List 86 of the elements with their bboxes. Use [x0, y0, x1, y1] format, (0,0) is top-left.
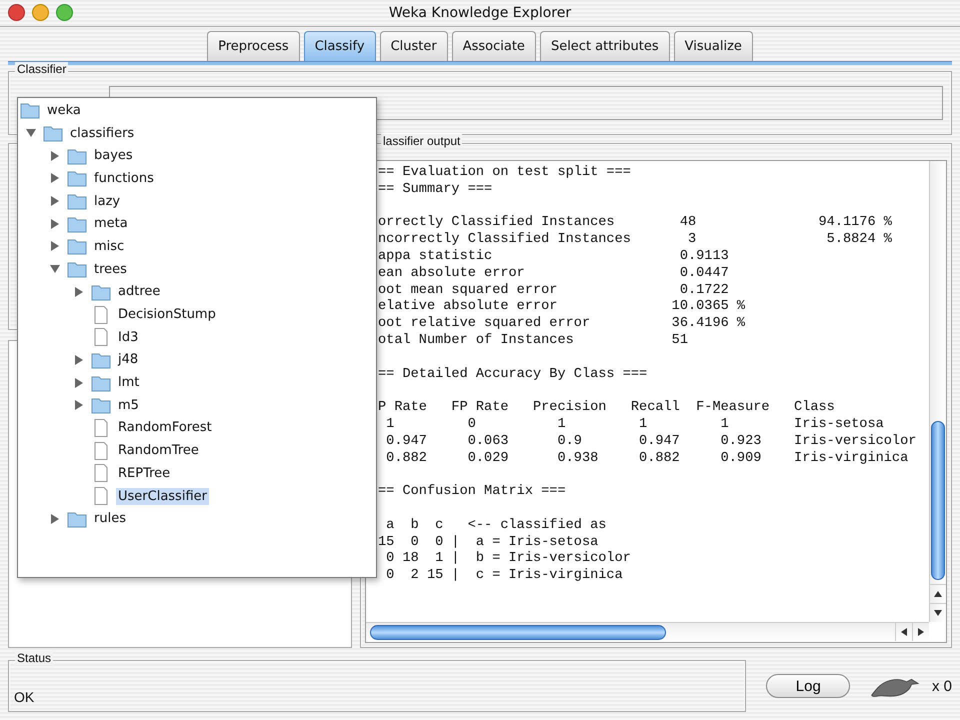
expand-arrow-icon[interactable]: [74, 354, 84, 365]
tree-item[interactable]: weka: [18, 99, 376, 122]
expand-arrow-icon[interactable]: [50, 218, 60, 229]
close-icon[interactable]: [8, 4, 25, 21]
output-line: P Rate FP Rate Precision Recall F-Measure Class: [378, 400, 835, 417]
expand-arrow-icon[interactable]: [74, 400, 84, 410]
expand-arrow-icon[interactable]: [50, 241, 60, 252]
scroll-right-icon[interactable]: [917, 628, 925, 636]
horizontal-scrollbar[interactable]: [366, 622, 929, 642]
output-line: 1 0 1 1 1 Iris-setosa: [385, 416, 884, 434]
tree-item[interactable]: lazy: [92, 192, 122, 210]
tree-item[interactable]: meta: [92, 215, 130, 232]
expand-arrow-icon[interactable]: [50, 173, 60, 184]
group-title: Status: [15, 651, 54, 665]
output-line: orrectly Classified Instances 48 94.1176 %: [378, 215, 892, 232]
tab[interactable]: Select attributes: [540, 31, 670, 61]
folder-icon: [20, 101, 40, 120]
scroll-down-icon[interactable]: [934, 609, 942, 617]
output-line: oot relative squared error 36.4196 %: [378, 316, 746, 333]
output-line: 0.947 0.063 0.9 0.947 0.923 Iris-versicolor: [385, 434, 916, 451]
tab[interactable]: Associate: [452, 31, 536, 61]
output-line: ncorrectly Classified Instances 3 5.8824 %: [378, 232, 892, 249]
tree-item[interactable]: bayes: [92, 147, 135, 164]
folder-icon: [67, 169, 87, 188]
folder-icon: [91, 282, 111, 301]
zoom-icon[interactable]: [56, 4, 73, 21]
expand-arrow-icon[interactable]: [74, 378, 84, 388]
tree-item[interactable]: adtree: [116, 283, 162, 300]
folder-icon: [43, 124, 63, 142]
output-line: 0 2 15 | c = Iris-virginica: [385, 568, 623, 585]
tree-item[interactable]: j48: [116, 351, 140, 368]
expand-arrow-icon[interactable]: [50, 196, 60, 206]
folder-icon: [91, 396, 111, 414]
expand-arrow-icon[interactable]: [50, 150, 60, 161]
expand-arrow-icon[interactable]: [74, 286, 84, 297]
folder-icon: [67, 260, 87, 278]
vertical-scrollbar[interactable]: [929, 161, 946, 622]
tree-item[interactable]: lmt: [116, 374, 142, 392]
folder-icon: [91, 374, 111, 392]
tree-item[interactable]: classifiers: [68, 124, 136, 142]
folder-icon: [67, 192, 87, 210]
tree-item[interactable]: RandomTree: [116, 442, 201, 460]
tree-item[interactable]: RandomForest: [116, 419, 214, 436]
tree-item[interactable]: DecisionStump: [116, 306, 218, 324]
scroll-up-icon[interactable]: [934, 590, 942, 598]
output-line: 15 0 0 | a = Iris-setosa: [378, 534, 598, 551]
log-button[interactable]: Log: [766, 674, 850, 698]
folder-icon: [67, 237, 87, 256]
folder-icon: [91, 350, 111, 369]
output-line: otal Number of Instances 51: [378, 332, 688, 350]
tree-item[interactable]: Id3: [116, 328, 140, 346]
tree-item[interactable]: rules: [92, 510, 128, 528]
scroll-left-icon[interactable]: [900, 628, 908, 636]
output-line: 0 18 1 | b = Iris-versicolor: [385, 551, 631, 568]
expand-arrow-icon[interactable]: [50, 514, 60, 524]
output-line: == Confusion Matrix ===: [378, 484, 566, 501]
output-line: elative absolute error 10.0365 %: [378, 299, 746, 316]
output-line: == Evaluation on test split ===: [378, 165, 631, 182]
window-title: Weka Knowledge Explorer: [388, 5, 572, 21]
folder-icon: [67, 146, 87, 165]
expand-arrow-icon[interactable]: [50, 264, 60, 274]
output-line: oot mean squared error 0.1722: [378, 282, 729, 299]
group-title: Classifier: [15, 62, 68, 76]
tab[interactable]: Preprocess: [207, 31, 300, 61]
output-line: 0.882 0.029 0.938 0.882 0.909 Iris-virginica: [385, 450, 908, 468]
tab[interactable]: Visualize: [674, 31, 753, 61]
folder-icon: [67, 214, 87, 233]
tree-item[interactable]: UserClassifier: [116, 488, 209, 505]
tab[interactable]: Classify: [304, 31, 376, 61]
task-count: x 0: [932, 678, 952, 694]
minimize-icon[interactable]: [32, 4, 49, 21]
tree-item[interactable]: functions: [92, 170, 156, 187]
output-line: == Detailed Accuracy By Class ===: [378, 366, 648, 384]
status-message: OK: [14, 689, 34, 705]
output-line: a b c <-- classified as: [385, 518, 606, 535]
expand-arrow-icon[interactable]: [26, 128, 36, 138]
tree-item[interactable]: REPTree: [116, 464, 172, 482]
tree-item[interactable]: trees: [92, 260, 129, 278]
tree-item[interactable]: misc: [92, 238, 126, 255]
folder-icon: [67, 510, 87, 528]
output-line: ean absolute error 0.0447: [378, 266, 729, 283]
output-line: == Summary ===: [378, 182, 492, 199]
tab[interactable]: Cluster: [380, 31, 448, 61]
tree-item[interactable]: m5: [116, 396, 141, 414]
output-line: appa statistic 0.9113: [378, 248, 729, 266]
group-title: lassifier output: [381, 134, 462, 148]
